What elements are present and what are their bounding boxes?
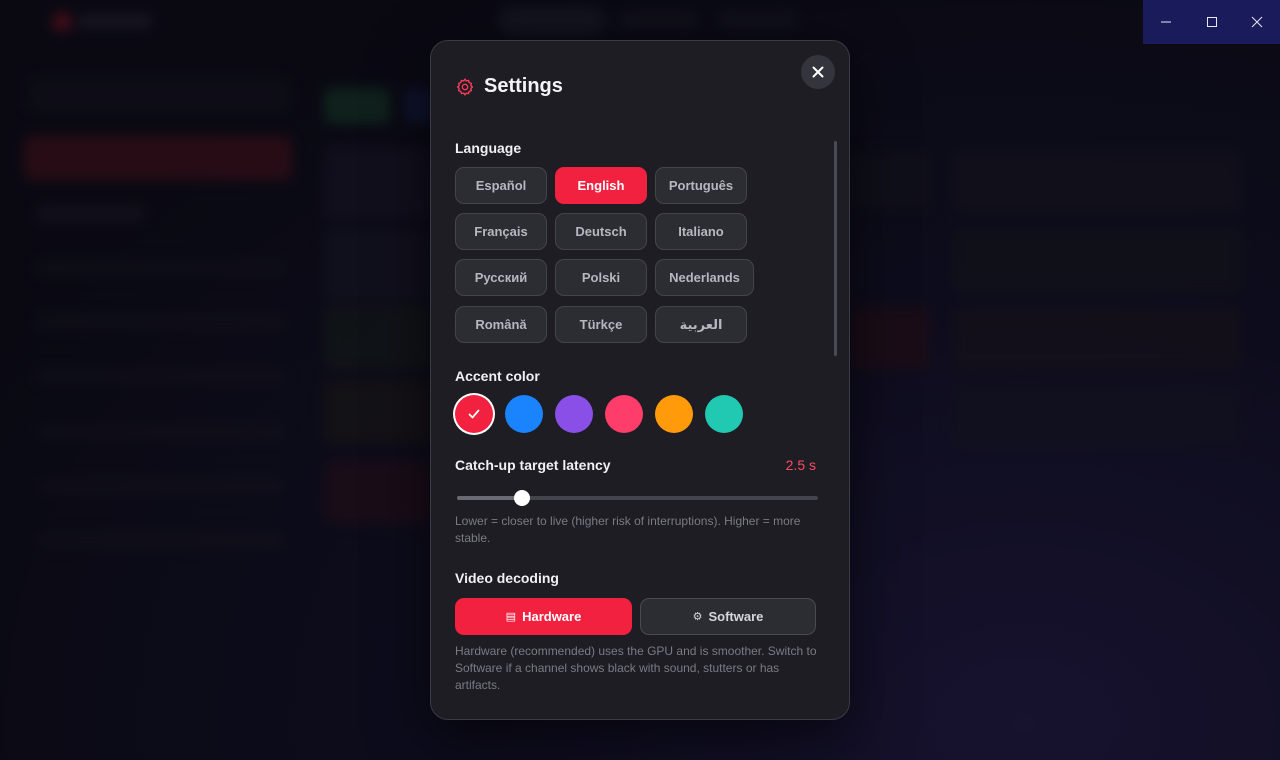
accent-swatch-purple[interactable]: [555, 395, 593, 433]
accent-swatch-blue[interactable]: [505, 395, 543, 433]
checkmark-icon: [468, 409, 480, 419]
video-decoding-label: Video decoding: [455, 570, 559, 586]
latency-slider[interactable]: [457, 490, 818, 506]
decoding-software-button[interactable]: ⚙ Software: [640, 598, 816, 635]
language-option-arabic[interactable]: العربية: [655, 306, 747, 343]
gear-icon: [456, 77, 474, 96]
latency-slider-fill: [457, 496, 522, 500]
decoding-hardware-button[interactable]: ▤ Hardware: [455, 598, 632, 635]
maximize-button[interactable]: [1189, 0, 1235, 44]
window-close-button[interactable]: [1234, 0, 1280, 44]
software-label: Software: [708, 609, 764, 624]
close-icon: [812, 66, 824, 78]
accent-swatch-orange[interactable]: [655, 395, 693, 433]
accent-swatch-pink[interactable]: [605, 395, 643, 433]
accent-swatch-red[interactable]: [455, 395, 493, 433]
language-option-russian[interactable]: Русский: [455, 259, 547, 296]
close-dialog-button[interactable]: [801, 55, 835, 89]
language-option-romana[interactable]: Română: [455, 306, 547, 343]
latency-label: Catch-up target latency: [455, 457, 611, 473]
language-label: Language: [455, 140, 522, 156]
maximize-icon: [1206, 17, 1217, 27]
chip-icon: ▤: [505, 611, 517, 623]
language-option-deutsch[interactable]: Deutsch: [555, 213, 647, 250]
hardware-label: Hardware: [522, 609, 582, 624]
accent-swatch-teal[interactable]: [705, 395, 743, 433]
latency-value: 2.5 s: [785, 457, 816, 473]
language-option-polski[interactable]: Polski: [555, 259, 647, 296]
language-option-nederlands[interactable]: Nederlands: [655, 259, 754, 296]
decoding-help-text: Hardware (recommended) uses the GPU and …: [455, 644, 817, 692]
language-option-espanol[interactable]: Español: [455, 167, 547, 204]
language-option-english[interactable]: English: [555, 167, 647, 204]
app-window: Settings Language Español English Portug…: [0, 0, 1280, 760]
language-option-portugues[interactable]: Português: [655, 167, 747, 204]
minimize-icon: [1160, 21, 1171, 23]
latency-help-text: Lower = closer to live (higher risk of i…: [455, 514, 801, 545]
cog-icon: ⚙: [692, 611, 703, 623]
dialog-title: Settings: [484, 75, 563, 97]
settings-dialog: Settings Language Español English Portug…: [430, 40, 850, 720]
dialog-scrollbar[interactable]: [834, 141, 837, 356]
latency-slider-thumb[interactable]: [513, 490, 530, 506]
accent-color-label: Accent color: [455, 368, 540, 384]
window-controls: [1143, 0, 1280, 44]
language-option-italiano[interactable]: Italiano: [655, 213, 747, 250]
language-option-turkce[interactable]: Türkçe: [555, 306, 647, 343]
close-icon: [1251, 16, 1263, 28]
dialog-header: Settings: [455, 75, 563, 98]
minimize-button[interactable]: [1143, 0, 1189, 44]
language-option-francais[interactable]: Français: [455, 213, 547, 250]
